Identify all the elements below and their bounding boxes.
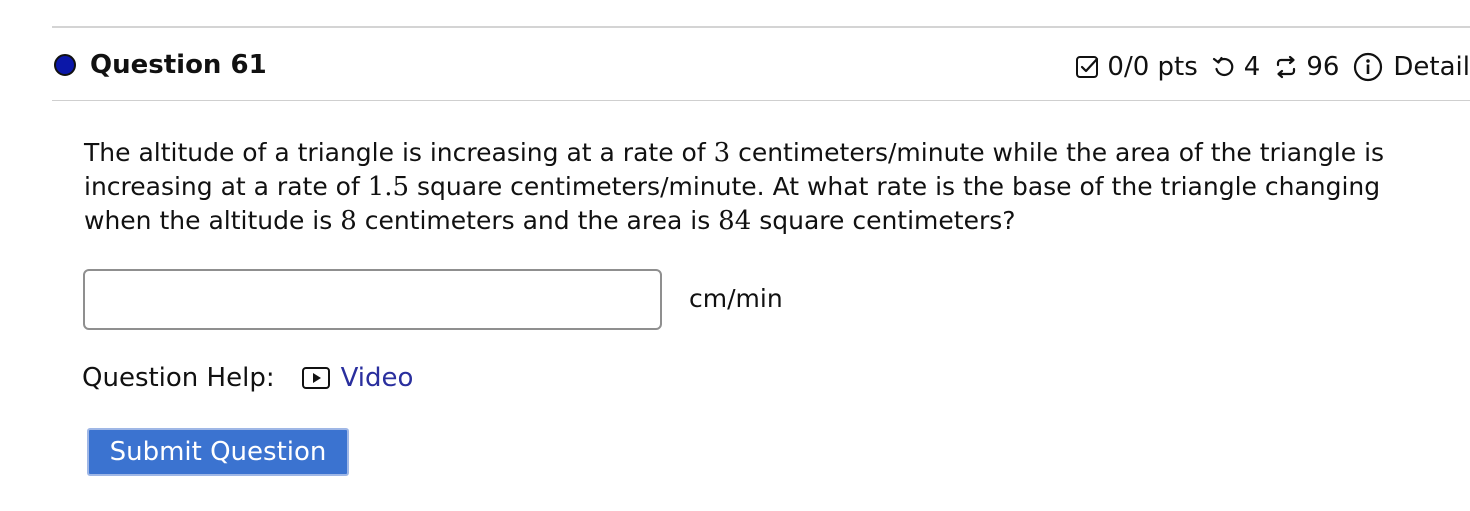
swap-icon (1274, 55, 1298, 79)
top-divider (52, 26, 1470, 28)
question-header: Question 61 0/0 pts 4 96 Detail (52, 44, 1470, 88)
video-help-label: Video (340, 363, 414, 393)
area-value: 84 (718, 206, 752, 236)
question-help-label: Question Help: (82, 363, 275, 393)
question-meta: 0/0 pts 4 96 Detail (1075, 50, 1470, 84)
rate-altitude-value: 3 (713, 138, 731, 168)
question-text: The altitude of a triangle is increasing… (84, 136, 1454, 238)
versions-group: 96 (1274, 50, 1339, 84)
retry-icon (1212, 55, 1236, 79)
question-text-part5: square centimeters? (751, 206, 1016, 235)
answer-input[interactable] (83, 269, 662, 330)
rate-area-value: 1.5 (367, 172, 410, 202)
attempts-count: 4 (1243, 52, 1261, 82)
header-divider (52, 100, 1470, 101)
question-title: Question 61 (90, 50, 267, 80)
points-text: 0/0 pts (1107, 52, 1198, 82)
status-dot-icon (54, 54, 76, 76)
details-label: Detail (1393, 52, 1470, 82)
versions-count: 96 (1306, 52, 1340, 82)
question-text-part4: centimeters and the area is (356, 206, 719, 235)
checkbox-icon (1075, 55, 1099, 79)
video-help-link[interactable]: Video (301, 361, 414, 395)
points-group: 0/0 pts (1075, 50, 1198, 84)
answer-unit: cm/min (689, 284, 783, 313)
video-play-icon (301, 366, 331, 390)
details-button[interactable]: Detail (1353, 50, 1470, 84)
submit-question-button[interactable]: Submit Question (87, 428, 349, 476)
altitude-value: 8 (340, 206, 357, 236)
attempts-group: 4 (1212, 50, 1261, 84)
question-help: Question Help: Video (82, 361, 413, 395)
question-text-part1: The altitude of a triangle is increasing… (84, 138, 714, 167)
info-icon (1353, 52, 1383, 82)
